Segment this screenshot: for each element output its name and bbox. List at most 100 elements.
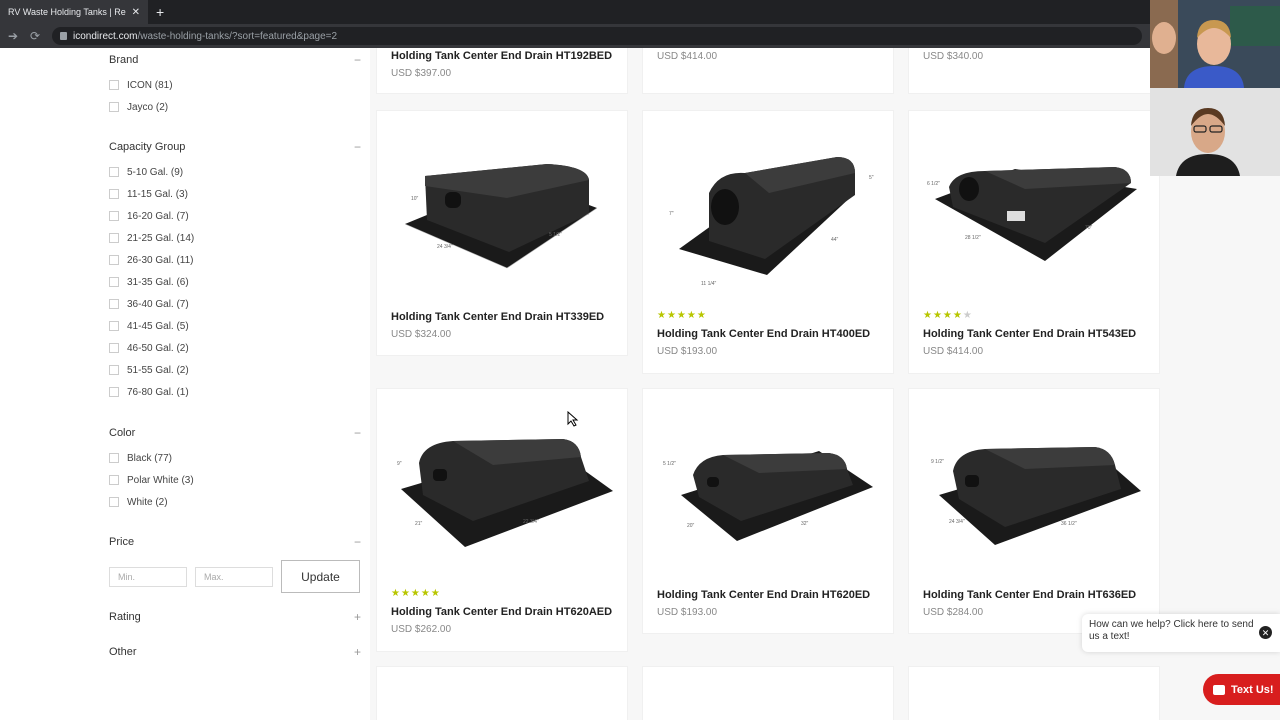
dimension-label: 5 1/2" [549,232,562,238]
product-card[interactable]: 6 1/2" 28 1/2" 70" ★★★★★ Holding Tank Ce… [908,110,1160,374]
product-card[interactable]: USD $414.00 [642,48,894,94]
facet-header[interactable]: Other + [109,644,361,660]
expand-icon[interactable]: + [354,645,361,659]
lock-icon [60,32,67,40]
close-icon[interactable]: ✕ [1259,626,1272,639]
filter-option[interactable]: White (2) [109,491,361,513]
checkbox[interactable] [109,387,119,397]
filter-option[interactable]: 36-40 Gal. (7) [109,293,361,315]
facet-header[interactable]: Rating + [109,609,361,625]
filter-option[interactable]: Polar White (3) [109,469,361,491]
product-image[interactable]: 5 1/2" 20" 32" [659,439,883,549]
collapse-icon[interactable]: − [354,140,361,154]
product-card[interactable]: 5 1/2" 20" 32" Holding Tank Center End D… [642,388,894,634]
chat-prompt[interactable]: How can we help? Click here to send us a… [1082,614,1280,652]
product-card[interactable]: Holding Tank Center End Drain HT192BED U… [376,48,628,94]
facet-rating: Rating + [109,609,361,625]
filter-option[interactable]: 21-25 Gal. (14) [109,227,361,249]
facet-header[interactable]: Color − [109,425,361,441]
product-image[interactable]: 9 1/2" 24 3/4" 36 1/2" [925,433,1149,553]
product-card[interactable] [642,666,894,720]
checkbox[interactable] [109,299,119,309]
dimension-label: 32" [801,521,809,527]
product-name[interactable]: Holding Tank Center End Drain HT192BED [391,50,612,62]
facet-header[interactable]: Brand − [109,52,361,68]
product-image[interactable]: 6 1/2" 28 1/2" 70" [925,159,1149,279]
collapse-icon[interactable]: − [354,426,361,440]
checkbox[interactable] [109,189,119,199]
tab-title: RV Waste Holding Tanks | Replac [8,7,126,17]
forward-icon[interactable]: ➔ [8,29,18,43]
browser-tab[interactable]: RV Waste Holding Tanks | Replac ✕ [0,0,148,24]
product-image[interactable]: 24 3/4" 10" 5 1/2" [397,156,617,276]
checkbox[interactable] [109,497,119,507]
filter-option[interactable]: 31-35 Gal. (6) [109,271,361,293]
checkbox[interactable] [109,233,119,243]
product-image[interactable]: 7" 11 1/4" 44" 5" [659,149,883,299]
checkbox[interactable] [109,321,119,331]
product-card[interactable] [908,666,1160,720]
checkbox[interactable] [109,102,119,112]
star-rating: ★★★★★ [657,310,707,321]
text-us-button[interactable]: Text Us! [1203,674,1280,705]
browser-toolbar: ➔ ⟳ icondirect.com/waste-holding-tanks/?… [0,24,1280,48]
new-tab-icon[interactable]: + [156,4,164,20]
product-card[interactable]: 9" 21" 22 3/4" ★★★★★ Holding Tank Center… [376,388,628,652]
filter-option[interactable]: ICON (81) [109,74,361,96]
dimension-label: 9 1/2" [931,459,944,465]
facet-title: Brand [109,54,139,66]
close-tab-icon[interactable]: ✕ [132,7,140,18]
checkbox[interactable] [109,167,119,177]
product-card[interactable]: 9 1/2" 24 3/4" 36 1/2" Holding Tank Cent… [908,388,1160,634]
price-min-input[interactable]: Min. [109,566,187,587]
checkbox[interactable] [109,475,119,485]
filter-option[interactable]: Jayco (2) [109,96,361,118]
dimension-label: 24 3/4" [949,519,965,525]
filter-option[interactable]: 51-55 Gal. (2) [109,359,361,381]
url-host: icondirect.com [73,30,138,42]
filter-option[interactable]: 11-15 Gal. (3) [109,183,361,205]
reload-icon[interactable]: ⟳ [30,29,40,43]
product-name[interactable]: Holding Tank Center End Drain HT636ED [923,589,1136,601]
product-card[interactable]: 24 3/4" 10" 5 1/2" Holding Tank Center E… [376,110,628,356]
product-name[interactable]: Holding Tank Center End Drain HT543ED [923,328,1136,340]
product-card[interactable]: 7" 11 1/4" 44" 5" ★★★★★ Holding Tank Cen… [642,110,894,374]
update-button[interactable]: Update [281,560,360,593]
filter-option[interactable]: 46-50 Gal. (2) [109,337,361,359]
product-name[interactable]: Holding Tank Center End Drain HT620AED [391,606,612,618]
product-name[interactable]: Holding Tank Center End Drain HT620ED [657,589,870,601]
facet-header[interactable]: Capacity Group − [109,139,361,155]
filter-option[interactable]: 26-30 Gal. (11) [109,249,361,271]
filter-option[interactable]: 5-10 Gal. (9) [109,161,361,183]
checkbox[interactable] [109,453,119,463]
product-card[interactable] [376,666,628,720]
facet-header[interactable]: Price − [109,534,361,550]
checkbox[interactable] [109,343,119,353]
checkbox[interactable] [109,277,119,287]
dimension-label: 24 3/4" [437,244,453,250]
checkbox[interactable] [109,80,119,90]
checkbox[interactable] [109,211,119,221]
product-name[interactable]: Holding Tank Center End Drain HT400ED [657,328,870,340]
facet-capacity: Capacity Group − 5-10 Gal. (9) 11-15 Gal… [109,139,361,403]
expand-icon[interactable]: + [354,610,361,624]
filter-option[interactable]: Black (77) [109,447,361,469]
filter-option[interactable]: 76-80 Gal. (1) [109,381,361,403]
collapse-icon[interactable]: − [354,535,361,549]
facet-title: Capacity Group [109,141,186,153]
product-price: USD $397.00 [391,68,452,79]
price-max-input[interactable]: Max. [195,566,273,587]
address-bar[interactable]: icondirect.com/waste-holding-tanks/?sort… [52,27,1142,45]
product-image[interactable]: 9" 21" 22 3/4" [393,429,617,559]
product-name[interactable]: Holding Tank Center End Drain HT339ED [391,311,604,323]
filter-option[interactable]: 16-20 Gal. (7) [109,205,361,227]
filter-sidebar: Brand − ICON (81) Jayco (2) Capacity Gro… [0,48,370,720]
filter-option[interactable]: 41-45 Gal. (5) [109,315,361,337]
chat-prompt-text: How can we help? Click here to send us a… [1089,619,1254,642]
checkbox[interactable] [109,365,119,375]
dimension-label: 9" [397,461,402,467]
product-card[interactable]: USD $340.00 [908,48,1160,94]
browser-tab-bar: RV Waste Holding Tanks | Replac ✕ + [0,0,1280,24]
checkbox[interactable] [109,255,119,265]
collapse-icon[interactable]: − [354,53,361,67]
